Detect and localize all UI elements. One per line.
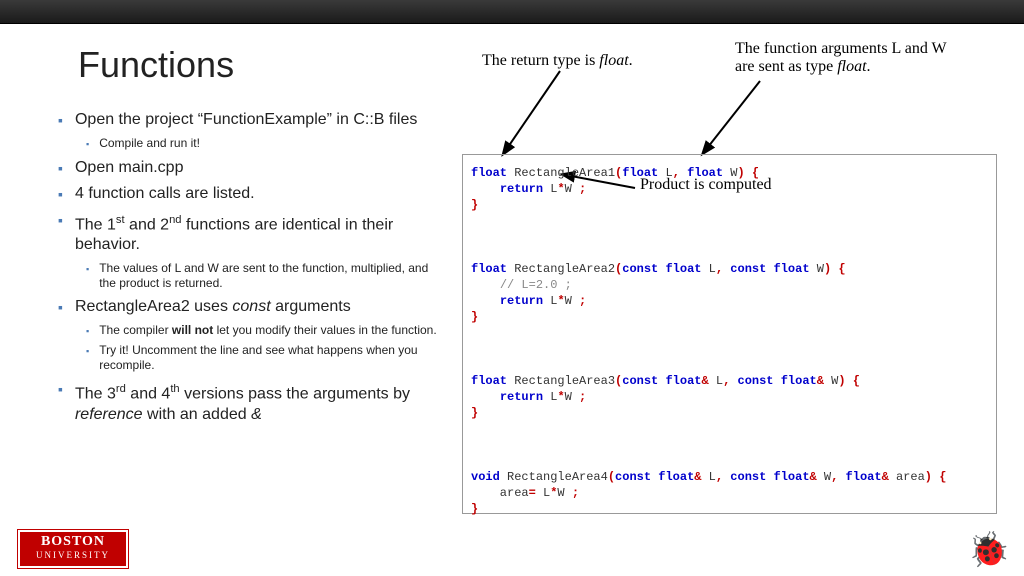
annotation-args: The function arguments L and W are sent … bbox=[735, 40, 995, 76]
arrow-icon bbox=[500, 69, 580, 159]
bullet-level1: ▪4 function calls are listed. bbox=[58, 184, 448, 204]
annotation-return-type: The return type is float. bbox=[482, 52, 633, 70]
bullet-level1: ▪RectangleArea2 uses const arguments bbox=[58, 297, 448, 317]
bullet-level1: ▪The 3rd and 4th versions pass the argum… bbox=[58, 379, 448, 424]
bullet-level1: ▪Open main.cpp bbox=[58, 158, 448, 178]
window-titlebar bbox=[0, 0, 1024, 24]
boston-university-logo: BOSTON UNIVERSITY bbox=[18, 530, 128, 568]
bullet-level1: ▪Open the project “FunctionExample” in C… bbox=[58, 110, 448, 130]
bullet-list: ▪Open the project “FunctionExample” in C… bbox=[58, 104, 448, 431]
page-title: Functions bbox=[78, 44, 234, 86]
bullet-level2: ▪The values of L and W are sent to the f… bbox=[86, 261, 448, 291]
bullet-level1: ▪The 1st and 2nd functions are identical… bbox=[58, 210, 448, 255]
ladybug-icon: 🐞 bbox=[968, 530, 1010, 570]
bullet-level2: ▪Compile and run it! bbox=[86, 136, 448, 152]
slide-body: Functions ▪Open the project “FunctionExa… bbox=[0, 24, 1024, 576]
bullet-level2: ▪Try it! Uncomment the line and see what… bbox=[86, 343, 448, 373]
bullet-level2: ▪The compiler will not let you modify th… bbox=[86, 323, 448, 339]
code-block: float RectangleArea1(float L, float W) {… bbox=[462, 154, 997, 514]
arrow-icon bbox=[700, 79, 780, 159]
